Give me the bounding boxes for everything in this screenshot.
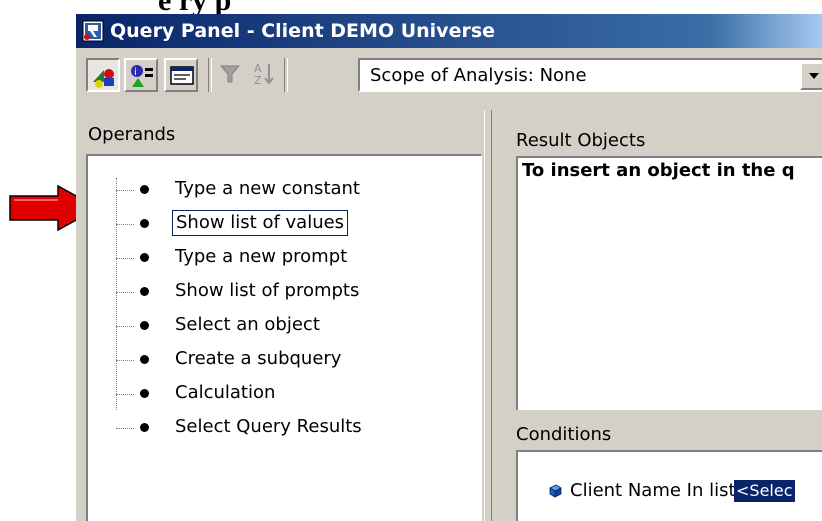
pane-splitter[interactable] — [484, 110, 492, 521]
condition-operand[interactable]: <Selec — [734, 480, 795, 502]
tree-connector — [116, 326, 134, 327]
bullet-icon — [140, 321, 149, 330]
operand-label: Type a new prompt — [175, 246, 348, 267]
operand-item-calculation[interactable]: Calculation — [116, 380, 476, 410]
sort-icon: A Z — [254, 62, 274, 87]
result-objects-hint: To insert an object in the q — [522, 160, 795, 181]
operand-item-select-an-object[interactable]: Select an object — [116, 312, 476, 342]
conditions-label: Conditions — [516, 424, 612, 445]
filter-button[interactable] — [214, 58, 248, 92]
bullet-icon — [140, 423, 149, 432]
bullet-icon — [140, 253, 149, 262]
bullet-icon — [140, 287, 149, 296]
sql-view-icon — [170, 66, 194, 85]
chevron-down-icon — [809, 73, 819, 79]
filter-icon — [219, 65, 241, 83]
operand-label: Select an object — [175, 314, 320, 335]
window-title: Query Panel - Client DEMO Universe — [110, 20, 496, 42]
operand-label: Select Query Results — [175, 416, 362, 437]
operand-label: Type a new constant — [175, 178, 360, 199]
title-bar[interactable]: Query Panel - Client DEMO Universe — [76, 14, 822, 48]
bullet-icon — [140, 219, 149, 228]
operand-label: Calculation — [175, 382, 276, 403]
tree-connector — [116, 224, 134, 225]
operand-item-create-a-subquery[interactable]: Create a subquery — [116, 346, 476, 376]
tree-connector — [116, 292, 134, 293]
operand-item-select-query-results[interactable]: Select Query Results — [116, 414, 476, 444]
bullet-icon — [140, 355, 149, 364]
result-objects-pane[interactable]: To insert an object in the q — [516, 156, 822, 410]
bullet-icon — [140, 389, 149, 398]
result-objects-label: Result Objects — [516, 130, 646, 151]
conditions-pane[interactable]: Client Name In list <Selec — [516, 450, 822, 521]
predefined-conditions-button[interactable]: i — [124, 58, 158, 92]
operand-label: Show list of values — [172, 210, 349, 236]
toolbar: i A Z Scope of Analysis: None — [76, 48, 822, 106]
condition-text[interactable]: Client Name In list — [570, 479, 736, 503]
operand-item-show-list-of-prompts[interactable]: Show list of prompts — [116, 278, 476, 308]
operands-tree: Type a new constant Show list of values … — [86, 154, 482, 521]
classes-objects-icon — [93, 69, 114, 88]
predefined-conditions-icon: i — [131, 65, 153, 87]
query-panel-window: Query Panel - Client DEMO Universe i A Z… — [76, 14, 822, 521]
condition-cube-icon — [549, 484, 562, 498]
tree-connector — [116, 258, 134, 259]
scope-dropdown-button[interactable] — [800, 62, 822, 90]
scope-of-analysis-select[interactable]: Scope of Analysis: None — [358, 58, 822, 92]
operand-item-type-new-prompt[interactable]: Type a new prompt — [116, 244, 476, 274]
sql-view-button[interactable] — [164, 58, 198, 92]
svg-text:Z: Z — [254, 74, 262, 87]
classes-objects-button[interactable] — [86, 58, 120, 92]
operand-label: Create a subquery — [175, 348, 342, 369]
tree-connector — [116, 428, 134, 429]
bullet-icon — [140, 185, 149, 194]
svg-text:i: i — [134, 67, 137, 78]
operand-label: Show list of prompts — [175, 280, 360, 301]
sort-button[interactable]: A Z — [248, 58, 282, 92]
operands-label: Operands — [88, 124, 176, 145]
query-panel-icon — [82, 20, 104, 42]
toolbar-separator — [208, 58, 212, 92]
tree-connector — [116, 360, 134, 361]
operand-item-show-list-of-values[interactable]: Show list of values — [116, 210, 476, 240]
tree-connector — [116, 394, 134, 395]
scope-of-analysis-value: Scope of Analysis: None — [370, 65, 587, 86]
tree-connector — [116, 190, 134, 191]
operand-item-type-new-constant[interactable]: Type a new constant — [116, 176, 476, 206]
toolbar-separator — [284, 58, 288, 92]
